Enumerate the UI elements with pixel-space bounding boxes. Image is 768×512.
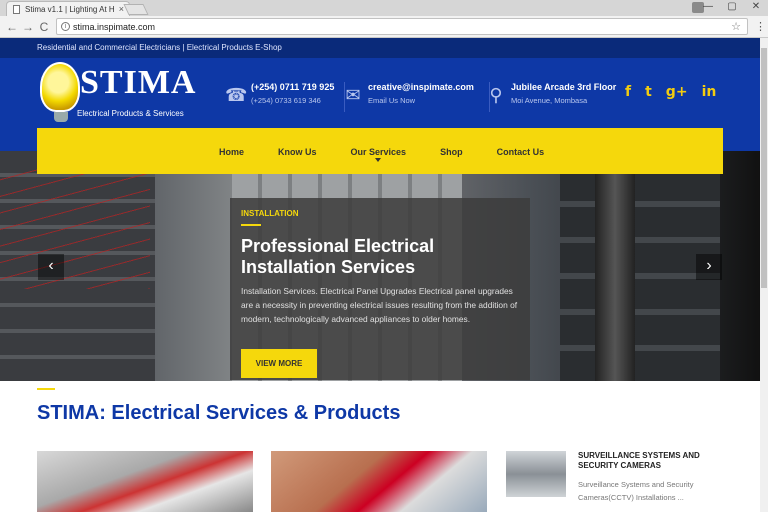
hero-label-underline [241,224,261,226]
nav-our-services-label: Our Services [350,147,407,157]
hero-image-pipe [595,171,635,381]
social-links: f t g+ in [625,84,716,100]
top-strip: Residential and Commercial Electricians … [0,38,760,58]
browser-tab[interactable]: Stima v1.1 | Lighting At H × [6,1,130,16]
nav-contact-us[interactable]: Contact Us [497,128,545,174]
google-plus-icon[interactable]: g+ [666,84,688,100]
nav-shop[interactable]: Shop [440,128,463,174]
url-text: stima.inspimate.com [73,22,156,32]
browser-menu-icon[interactable]: ⋮ [755,20,766,33]
email-address[interactable]: creative@inspimate.com [368,82,474,92]
site-logo[interactable]: STIMA Electrical Products & Services [40,62,195,124]
hero-label: INSTALLATION [241,209,299,218]
product-description: Surveillance Systems and Security Camera… [578,480,694,502]
map-pin-icon: ⚲ [489,85,503,105]
close-window-button[interactable]: ✕ [744,0,768,14]
twitter-icon[interactable]: t [645,84,652,100]
document-icon [13,5,20,14]
address-bar[interactable]: i stima.inspimate.com ☆ [56,18,748,35]
logo-subtitle: Electrical Products & Services [77,109,184,118]
hero-description: Installation Services. Electrical Panel … [241,286,518,324]
view-more-button[interactable]: VIEW MORE [241,349,317,378]
contact-phone: ☎ (+254) 0711 719 925 (+254) 0733 619 34… [225,82,345,112]
page-scrollbar[interactable] [760,38,768,512]
product-title[interactable]: SURVEILLANCE SYSTEMS AND SECURITY CAMERA… [578,451,728,471]
facebook-icon[interactable]: f [625,84,631,100]
info-icon[interactable]: i [61,22,70,31]
phone-icon: ☎ [225,85,248,105]
main-nav: Home Know Us Our Services Shop Contact U… [37,128,723,174]
back-button[interactable]: ← [4,19,20,35]
service-image-wiring[interactable] [271,451,487,512]
nav-know-us[interactable]: Know Us [278,128,317,174]
tab-title: Stima v1.1 | Lighting At H [25,5,115,14]
service-image-tools[interactable] [37,451,253,512]
product-image-cameras[interactable] [506,451,566,497]
website: Residential and Commercial Electricians … [0,38,760,512]
maximize-button[interactable]: ▢ [720,0,744,14]
address-line2: Moi Avenue, Mombasa [511,96,588,105]
lightbulb-icon [40,62,80,122]
tagline: Residential and Commercial Electricians … [37,43,282,52]
mail-icon: ✉ [345,85,361,105]
window-controls: — ▢ ✕ [696,0,768,16]
forward-button[interactable]: → [20,19,36,35]
phone-secondary[interactable]: (+254) 0733 619 346 [251,96,321,105]
phone-primary[interactable]: (+254) 0711 719 925 [251,82,334,92]
email-cta[interactable]: Email Us Now [368,96,415,105]
browser-toolbar: ← → C i stima.inspimate.com ☆ ⋮ [0,16,768,38]
contact-address: ⚲ Jubilee Arcade 3rd Floor Moi Avenue, M… [485,82,617,112]
new-tab-button[interactable] [123,4,149,15]
address-line1: Jubilee Arcade 3rd Floor [511,82,617,92]
caret-down-icon [374,158,381,162]
browser-tab-bar: Stima v1.1 | Lighting At H × — ▢ ✕ [0,0,768,16]
section-title: STIMA: Electrical Services & Products [37,402,401,424]
hero-title: Professional Electrical Installation Ser… [241,236,435,277]
slider-next-arrow-icon[interactable]: › [696,254,722,280]
bookmark-star-icon[interactable]: ☆ [731,20,741,33]
minimize-button[interactable]: — [696,0,720,14]
reload-button[interactable]: C [36,19,52,35]
slider-prev-arrow-icon[interactable]: ‹ [38,254,64,280]
scrollbar-thumb[interactable] [761,48,767,288]
hero-caption: INSTALLATION Professional Electrical Ins… [230,198,530,380]
nav-our-services[interactable]: Our Services [350,128,407,174]
nav-home[interactable]: Home [219,128,244,174]
contact-email: ✉ creative@inspimate.com Email Us Now [342,82,490,112]
linkedin-icon[interactable]: in [702,84,717,100]
logo-text: STIMA [80,64,197,101]
section-accent-line [37,388,55,390]
hero-image-wires [0,169,150,289]
